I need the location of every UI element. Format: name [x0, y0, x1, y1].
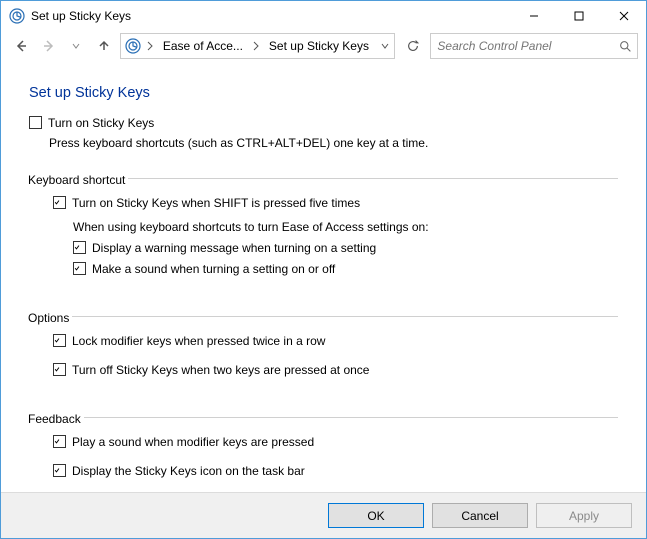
checkbox-label: Make a sound when turning a setting on o…: [92, 261, 335, 278]
group-legend: Keyboard shortcut: [25, 173, 128, 187]
checkbox-label: Lock modifier keys when pressed twice in…: [72, 333, 325, 350]
turn-off-two-keys-checkbox[interactable]: Turn off Sticky Keys when two keys are p…: [53, 362, 618, 379]
window-title: Set up Sticky Keys: [31, 9, 511, 23]
close-button[interactable]: [601, 1, 646, 30]
back-button[interactable]: [9, 34, 33, 58]
checkbox-label: Turn off Sticky Keys when two keys are p…: [72, 362, 369, 379]
breadcrumb-seg-2[interactable]: Set up Sticky Keys: [263, 34, 375, 58]
make-sound-checkbox[interactable]: Make a sound when turning a setting on o…: [73, 261, 618, 278]
breadcrumb-icon: [123, 36, 143, 56]
checkbox-icon: [53, 334, 66, 347]
breadcrumb-seg-1[interactable]: Ease of Acce...: [157, 34, 249, 58]
titlebar: Set up Sticky Keys: [1, 1, 646, 30]
footer: OK Cancel Apply: [1, 492, 646, 538]
checkbox-icon: [53, 435, 66, 448]
checkbox-icon: [53, 363, 66, 376]
search-input[interactable]: [435, 38, 613, 54]
apply-button: Apply: [536, 503, 632, 528]
forward-button[interactable]: [37, 34, 61, 58]
ok-button[interactable]: OK: [328, 503, 424, 528]
recent-dropdown[interactable]: [64, 34, 88, 58]
breadcrumb[interactable]: Ease of Acce... Set up Sticky Keys: [120, 33, 395, 59]
checkbox-label: Turn on Sticky Keys when SHIFT is presse…: [72, 195, 360, 212]
checkbox-icon: [53, 464, 66, 477]
minimize-button[interactable]: [511, 1, 556, 30]
group-legend: Options: [25, 311, 72, 325]
group-keyboard-shortcut: Keyboard shortcut Turn on Sticky Keys wh…: [29, 164, 618, 294]
checkbox-label: Display the Sticky Keys icon on the task…: [72, 463, 305, 480]
turn-on-sticky-keys-checkbox[interactable]: Turn on Sticky Keys: [29, 115, 618, 132]
maximize-button[interactable]: [556, 1, 601, 30]
window-controls: [511, 1, 646, 30]
play-sound-modifier-checkbox[interactable]: Play a sound when modifier keys are pres…: [53, 434, 618, 451]
group-options: Options Lock modifier keys when pressed …: [29, 302, 618, 395]
checkbox-icon: [73, 262, 86, 275]
cancel-button[interactable]: Cancel: [432, 503, 528, 528]
search-icon[interactable]: [617, 40, 633, 53]
up-button[interactable]: [92, 34, 116, 58]
checkbox-label: Display a warning message when turning o…: [92, 240, 376, 257]
shortcut-subnote: When using keyboard shortcuts to turn Ea…: [73, 220, 618, 234]
lock-modifier-checkbox[interactable]: Lock modifier keys when pressed twice in…: [53, 333, 618, 350]
breadcrumb-history-dropdown[interactable]: [375, 34, 395, 58]
search-box[interactable]: [430, 33, 638, 59]
shift-five-times-checkbox[interactable]: Turn on Sticky Keys when SHIFT is presse…: [53, 195, 618, 212]
chevron-right-icon[interactable]: [249, 41, 263, 51]
main-description: Press keyboard shortcuts (such as CTRL+A…: [49, 136, 618, 150]
content-area: Set up Sticky Keys Turn on Sticky Keys P…: [1, 63, 646, 493]
group-feedback: Feedback Play a sound when modifier keys…: [29, 403, 618, 493]
window: Set up Sticky Keys: [0, 0, 647, 539]
display-taskbar-icon-checkbox[interactable]: Display the Sticky Keys icon on the task…: [53, 463, 618, 480]
refresh-button[interactable]: [399, 33, 427, 59]
page-heading: Set up Sticky Keys: [29, 85, 618, 101]
checkbox-label: Play a sound when modifier keys are pres…: [72, 434, 314, 451]
app-icon: [9, 8, 25, 24]
checkbox-icon: [53, 196, 66, 209]
checkbox-icon: [29, 116, 42, 129]
display-warning-checkbox[interactable]: Display a warning message when turning o…: [73, 240, 618, 257]
checkbox-label: Turn on Sticky Keys: [48, 115, 154, 132]
chevron-right-icon[interactable]: [143, 41, 157, 51]
navbar: Ease of Acce... Set up Sticky Keys: [1, 30, 646, 63]
checkbox-icon: [73, 241, 86, 254]
group-legend: Feedback: [25, 412, 84, 426]
